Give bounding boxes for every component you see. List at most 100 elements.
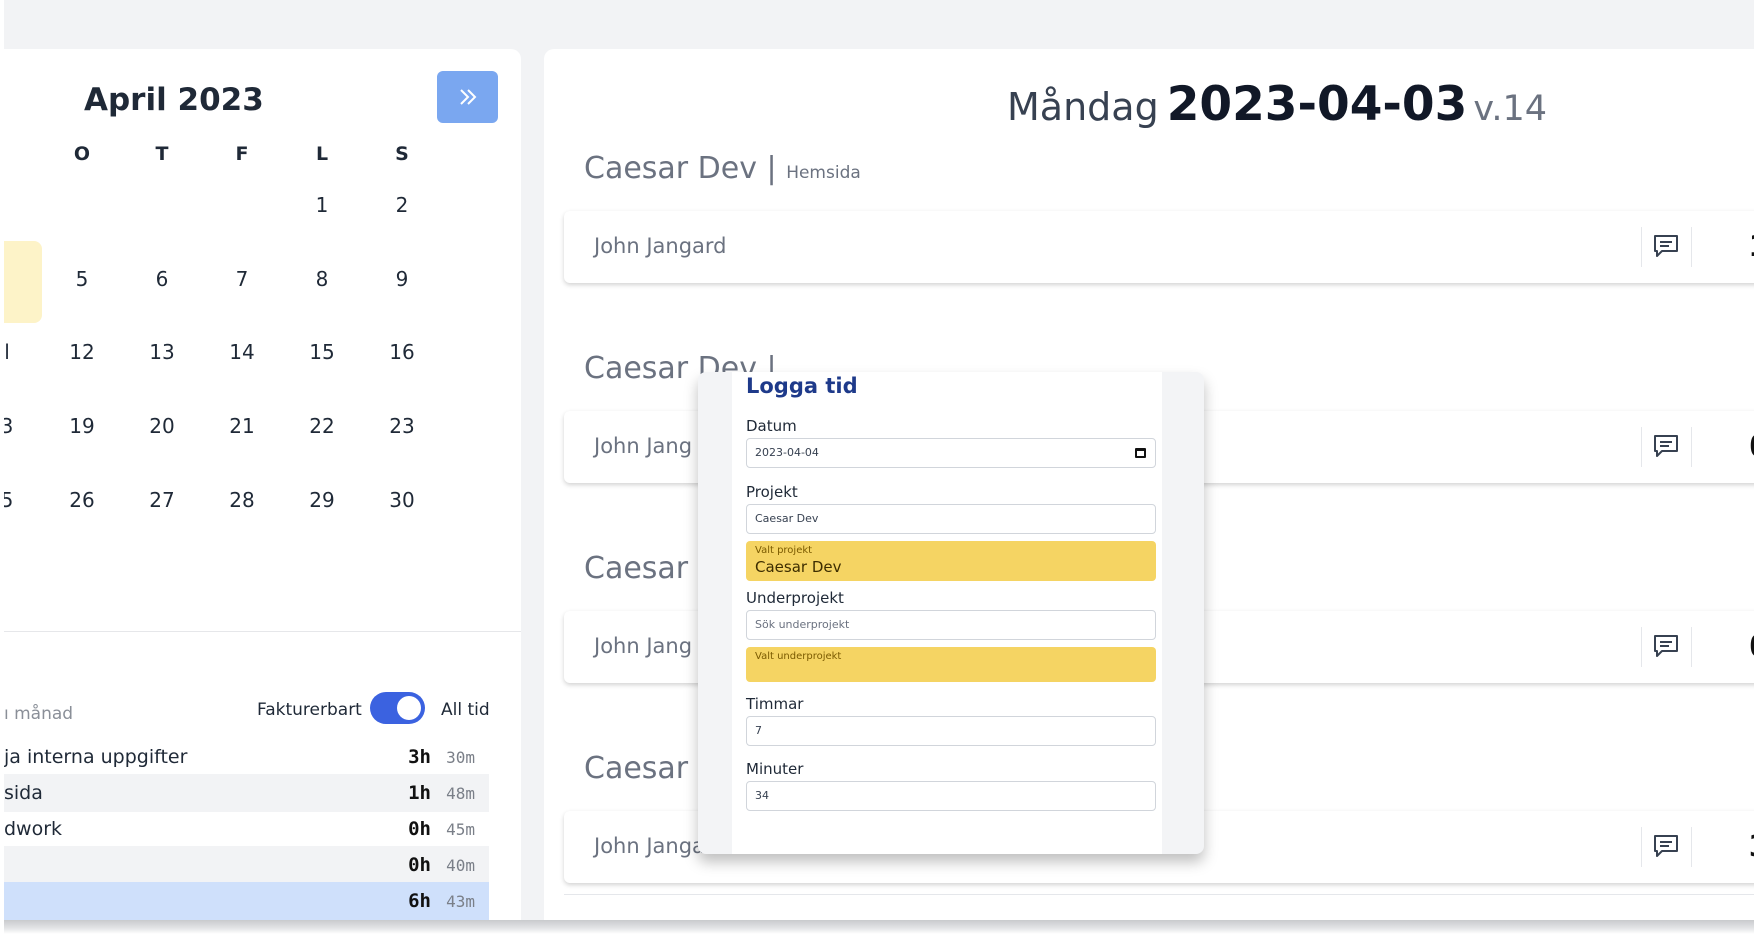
day-name: Måndag	[1007, 85, 1159, 129]
calendar-day[interactable]: 19	[57, 414, 107, 438]
calendar-day-partial[interactable]: 3	[4, 414, 32, 438]
calendar-day[interactable]: 23	[377, 414, 427, 438]
calendar-day[interactable]: 9	[377, 267, 427, 291]
summary-row-name: dwork	[4, 818, 63, 840]
billable-toggle-label: Fakturerbart	[257, 700, 362, 720]
weekday-header: F	[235, 143, 249, 165]
calendar-day[interactable]: 5	[57, 267, 107, 291]
calendar-day[interactable]: 14	[217, 340, 267, 364]
calendar-day[interactable]: 16	[377, 340, 427, 364]
separator	[1641, 627, 1642, 667]
day-date: 2023-04-03	[1166, 77, 1468, 132]
summary-period-label: ı månad	[4, 704, 74, 724]
date-value: 2023-04-04	[755, 446, 819, 459]
selected-day-cell[interactable]	[4, 241, 42, 323]
time-entry-card[interactable]: John Jangard 1	[564, 211, 1754, 283]
separator	[1691, 227, 1692, 267]
calendar-day[interactable]: 20	[137, 414, 187, 438]
double-chevron-right-icon	[459, 89, 476, 105]
subproject-name: Hemsida	[786, 163, 861, 183]
hours-input[interactable]: 7	[746, 716, 1156, 746]
project-label: Projekt	[746, 483, 798, 501]
summary-row[interactable]: 0h 40m	[4, 846, 489, 884]
subproject-label: Underprojekt	[746, 589, 844, 607]
calendar-day[interactable]: 30	[377, 488, 427, 512]
selected-subproject[interactable]: Valt underprojekt	[746, 647, 1156, 682]
summary-row[interactable]: ja interna uppgifter 3h 30m	[4, 738, 489, 776]
summary-row-minutes: 48m	[446, 784, 475, 803]
list-divider	[564, 894, 1754, 895]
calendar-day[interactable]: 29	[297, 488, 347, 512]
hours-label: Timmar	[746, 695, 804, 713]
calendar-day[interactable]: 21	[217, 414, 267, 438]
entry-hours: 1	[1749, 229, 1754, 263]
separator	[1691, 427, 1692, 467]
billable-toggle[interactable]	[370, 692, 425, 724]
day-heading: Måndag 2023-04-03 v.14	[1007, 77, 1547, 132]
summary-total-minutes: 43m	[446, 892, 475, 911]
subproject-search-input[interactable]: Sök underprojekt	[746, 610, 1156, 640]
summary-row-name: ja interna uppgifter	[4, 746, 188, 768]
project-search-input[interactable]: Caesar Dev	[746, 504, 1156, 534]
weekday-header: T	[155, 143, 169, 165]
calendar-icon[interactable]	[1135, 448, 1146, 458]
calendar-day[interactable]: 15	[297, 340, 347, 364]
project-name: Caesar Dev |	[584, 151, 777, 186]
calendar-day[interactable]: 13	[137, 340, 187, 364]
separator	[1641, 227, 1642, 267]
entry-hours: 0	[1749, 429, 1754, 463]
date-field[interactable]: 2023-04-04	[746, 438, 1156, 468]
summary-row-hours: 1h	[408, 782, 431, 804]
calendar-day[interactable]: 28	[217, 488, 267, 512]
selected-project[interactable]: Valt projekt Caesar Dev	[746, 541, 1156, 581]
weekday-header: L	[315, 143, 329, 165]
calendar-month-title: April 2023	[84, 82, 264, 118]
window-bottom-shadow	[4, 920, 1754, 934]
summary-row-minutes: 45m	[446, 820, 475, 839]
calendar-day[interactable]: 27	[137, 488, 187, 512]
date-label: Datum	[746, 417, 797, 435]
summary-row-minutes: 30m	[446, 748, 475, 767]
selected-subproject-label: Valt underprojekt	[755, 651, 842, 662]
comment-icon[interactable]	[1652, 633, 1680, 659]
comment-icon[interactable]	[1652, 233, 1680, 259]
calendar-day[interactable]: 6	[137, 267, 187, 291]
summary-row-hours: 3h	[408, 746, 431, 768]
entry-user: John Jangard	[594, 234, 727, 258]
separator	[1641, 427, 1642, 467]
minutes-input[interactable]: 34	[746, 781, 1156, 811]
separator	[1691, 627, 1692, 667]
calendar-day[interactable]: 7	[217, 267, 267, 291]
summary-row-hours: 0h	[408, 854, 431, 876]
next-month-button[interactable]	[437, 71, 498, 123]
panel-divider	[4, 631, 521, 632]
selected-project-label: Valt projekt	[755, 545, 813, 556]
app-window: April 2023 O T F L S 1 2 5 6 7 8 9 l 12 …	[4, 0, 1754, 923]
summary-row[interactable]: dwork 0h 45m	[4, 810, 489, 848]
calendar-day[interactable]: 12	[57, 340, 107, 364]
selected-project-value: Caesar Dev	[755, 558, 842, 576]
summary-row-hours: 0h	[408, 818, 431, 840]
entry-user: John Jang	[594, 634, 693, 658]
log-time-form: Logga tid Datum 2023-04-04 Projekt Caesa…	[732, 372, 1162, 854]
summary-row[interactable]: sida 1h 48m	[4, 774, 489, 812]
calendar-day[interactable]: 1	[297, 193, 347, 217]
comment-icon[interactable]	[1652, 433, 1680, 459]
calendar-day[interactable]: 8	[297, 267, 347, 291]
week-number: v.14	[1473, 89, 1547, 129]
minutes-label: Minuter	[746, 760, 804, 778]
modal-title: Logga tid	[746, 374, 858, 398]
summary-total-row: 6h 43m	[4, 882, 489, 920]
summary-total-hours: 6h	[408, 890, 431, 912]
calendar-day-partial[interactable]: 5	[4, 488, 32, 512]
calendar-panel: April 2023 O T F L S 1 2 5 6 7 8 9 l 12 …	[4, 49, 521, 923]
comment-icon[interactable]	[1652, 833, 1680, 859]
weekday-header: O	[73, 143, 91, 165]
calendar-day-partial[interactable]: l	[4, 340, 32, 364]
calendar-day[interactable]: 26	[57, 488, 107, 512]
summary-row-minutes: 40m	[446, 856, 475, 875]
entry-user: John Jang	[594, 434, 693, 458]
log-time-modal: Logga tid Datum 2023-04-04 Projekt Caesa…	[698, 372, 1204, 854]
calendar-day[interactable]: 22	[297, 414, 347, 438]
calendar-day[interactable]: 2	[377, 193, 427, 217]
